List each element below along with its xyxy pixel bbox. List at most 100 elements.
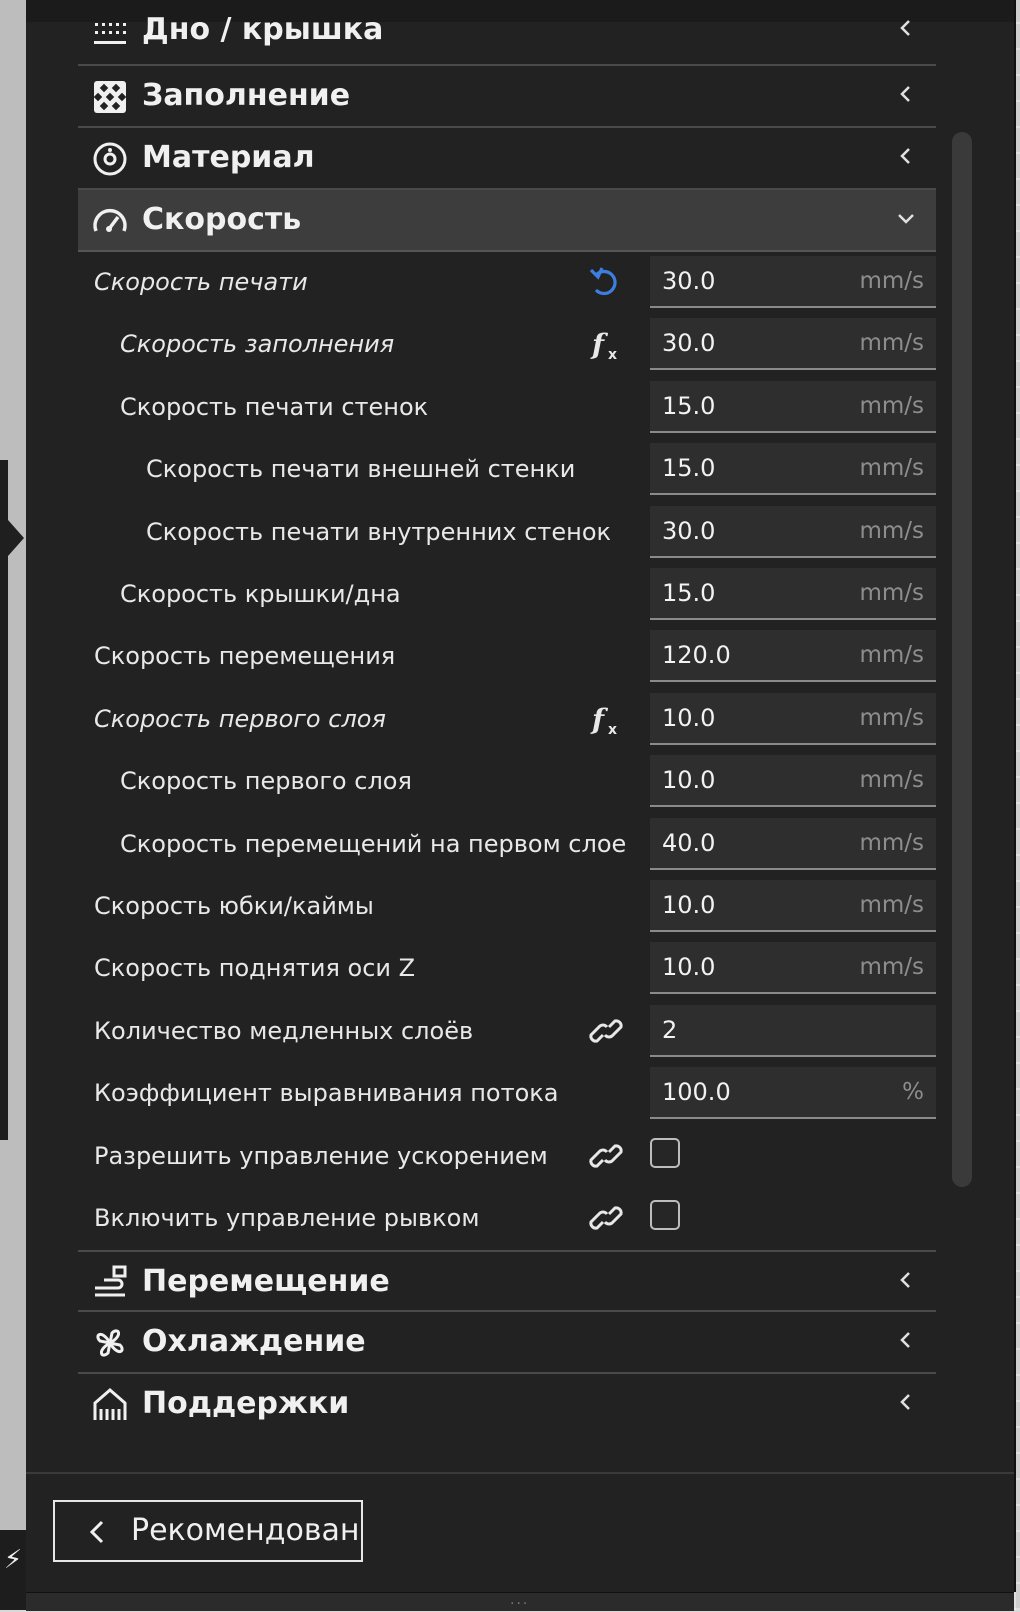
setting-unit: mm/s	[859, 330, 924, 357]
left-panel-handle[interactable]	[0, 460, 8, 1140]
setting-value-input[interactable]: 15.0 mm/s	[650, 568, 936, 620]
setting-value-input[interactable]: 15.0 mm/s	[650, 443, 936, 496]
setting-label: Скорость перемещения	[94, 642, 396, 671]
setting-row: Включить управление рывком	[78, 1186, 936, 1250]
setting-value: 10.0	[662, 703, 716, 732]
section-infill[interactable]: Заполнение	[78, 66, 936, 128]
setting-label: Скорость первого слоя	[120, 767, 412, 796]
section-label: Скорость	[142, 202, 302, 237]
setting-value: 2	[662, 1015, 678, 1044]
svg-text:f: f	[590, 703, 609, 736]
function-icon[interactable]: fx	[588, 326, 624, 362]
link-icon[interactable]	[588, 1013, 624, 1049]
setting-row: Скорость юбки/каймы 10.0 mm/s	[78, 874, 936, 938]
reset-icon[interactable]	[588, 264, 624, 300]
setting-checkbox[interactable]	[650, 1137, 680, 1168]
setting-unit: mm/s	[859, 767, 924, 794]
setting-value-input[interactable]: 15.0 mm/s	[650, 380, 936, 433]
setting-value: 10.0	[662, 766, 716, 795]
setting-label: Скорость перемещений на первом слое	[120, 829, 627, 858]
setting-row: Скорость первого слоя 10.0 mm/s	[78, 749, 936, 813]
setting-row: Скорость печати стенок 15.0 mm/s	[78, 375, 936, 439]
setting-value: 10.0	[662, 891, 716, 919]
setting-value-input[interactable]: 100.0%	[650, 1067, 936, 1120]
setting-value: 40.0	[662, 828, 716, 857]
section-support[interactable]: Поддержки	[78, 1374, 936, 1436]
setting-label: Скорость первого слоя	[94, 704, 386, 733]
chevron-left-icon	[900, 1394, 910, 1410]
setting-value-input[interactable]: 10.0 mm/s	[650, 880, 936, 932]
setting-label: Скорость печати внешней стенки	[146, 455, 576, 484]
setting-value-input[interactable]: 2	[650, 1004, 936, 1057]
section-label: Заполнение	[142, 78, 351, 113]
panel-divider	[26, 1472, 1014, 1474]
setting-checkbox[interactable]	[650, 1200, 680, 1230]
setting-value: 120.0	[662, 641, 731, 670]
speed-icon	[93, 208, 127, 232]
settings-scrollbar[interactable]	[952, 132, 972, 1187]
setting-row: Скорость поднятия оси Z 10.0 mm/s	[78, 936, 936, 1000]
setting-label: Включить управление рывком	[94, 1204, 480, 1232]
section-speed[interactable]: Скорость	[78, 190, 936, 252]
chevron-left-icon	[900, 1272, 910, 1288]
recommended-button[interactable]: Рекомендован	[53, 1500, 363, 1562]
function-icon[interactable]: fx	[588, 701, 624, 737]
setting-row: Скорость перемещения 120.0 mm/s	[78, 624, 936, 688]
setting-label: Скорость печати	[94, 268, 308, 296]
section-label: Перемещение	[142, 1264, 390, 1299]
setting-value-input[interactable]: 10.0 mm/s	[650, 755, 936, 808]
setting-value-input[interactable]: 10.0 mm/s	[650, 942, 936, 995]
support-icon	[93, 1388, 127, 1420]
setting-unit: %	[902, 1079, 924, 1106]
setting-value-input[interactable]: 30.0 mm/s	[650, 318, 936, 371]
chevron-left-icon	[900, 1332, 910, 1348]
recommended-button-label: Рекомендован	[131, 1513, 360, 1548]
setting-row: Скорость первого слоя f x 10.0 mm/s	[78, 687, 936, 751]
setting-unit: mm/s	[859, 954, 924, 981]
setting-unit: mm/s	[859, 642, 924, 669]
setting-unit: mm/s	[859, 392, 924, 419]
setting-unit: mm/s	[859, 580, 924, 606]
infill-icon	[93, 81, 127, 113]
section-cooling[interactable]: Охлаждение	[78, 1312, 936, 1374]
setting-unit: mm/s	[859, 892, 924, 918]
setting-value-input[interactable]: 30.0 mm/s	[650, 256, 936, 308]
link-icon[interactable]	[588, 1138, 624, 1174]
chevron-down-icon	[898, 214, 914, 224]
setting-value-input[interactable]: 120.0 mm/s	[650, 630, 936, 683]
setting-label: Скорость печати внутренних стенок	[146, 517, 611, 546]
setting-row: Скорость заполнения f x 30.0 mm/s	[78, 312, 936, 376]
setting-row: Коэффициент выравнивания потока 100.0%	[78, 1061, 936, 1125]
setting-row: Количество медленных слоёв 2	[78, 999, 936, 1063]
setting-label: Скорость заполнения	[120, 330, 395, 359]
svg-text:x: x	[608, 722, 617, 737]
chevron-left-icon	[89, 1520, 104, 1544]
setting-value-input[interactable]: 10.0 mm/s	[650, 692, 936, 745]
section-top-bottom[interactable]: Дно / крышка	[78, 4, 936, 66]
setting-row: Скорость крышки/дна 15.0 mm/s	[78, 562, 936, 626]
setting-row: Скорость перемещений на первом слое 40.0 m…	[78, 812, 936, 876]
section-material[interactable]: Материал	[78, 128, 936, 190]
material-icon	[93, 142, 127, 176]
section-label: Охлаждение	[142, 1324, 366, 1359]
setting-value-input[interactable]: 40.0 mm/s	[650, 817, 936, 870]
setting-value: 15.0	[662, 391, 716, 420]
setting-row: Разрешить управление ускорением	[78, 1124, 936, 1188]
setting-value: 10.0	[662, 953, 716, 982]
setting-unit: mm/s	[859, 704, 924, 731]
link-icon[interactable]	[588, 1200, 624, 1236]
svg-text:x: x	[608, 347, 617, 362]
setting-row: Скорость печати 30.0 mm/s	[78, 250, 936, 314]
cooling-icon	[96, 1329, 124, 1357]
section-travel[interactable]: Перемещение	[78, 1250, 936, 1312]
setting-value-input[interactable]: 30.0 mm/s	[650, 505, 936, 558]
setting-value: 30.0	[662, 267, 716, 295]
tool-icon[interactable]: ⚡	[0, 1530, 26, 1610]
setting-value: 30.0	[662, 329, 716, 358]
svg-text:f: f	[590, 328, 609, 361]
collapse-arrow-icon[interactable]	[8, 520, 24, 556]
travel-icon	[95, 1265, 127, 1297]
setting-value: 100.0	[662, 1078, 731, 1107]
chevron-left-icon	[900, 148, 910, 164]
top-bottom-icon	[94, 23, 126, 44]
